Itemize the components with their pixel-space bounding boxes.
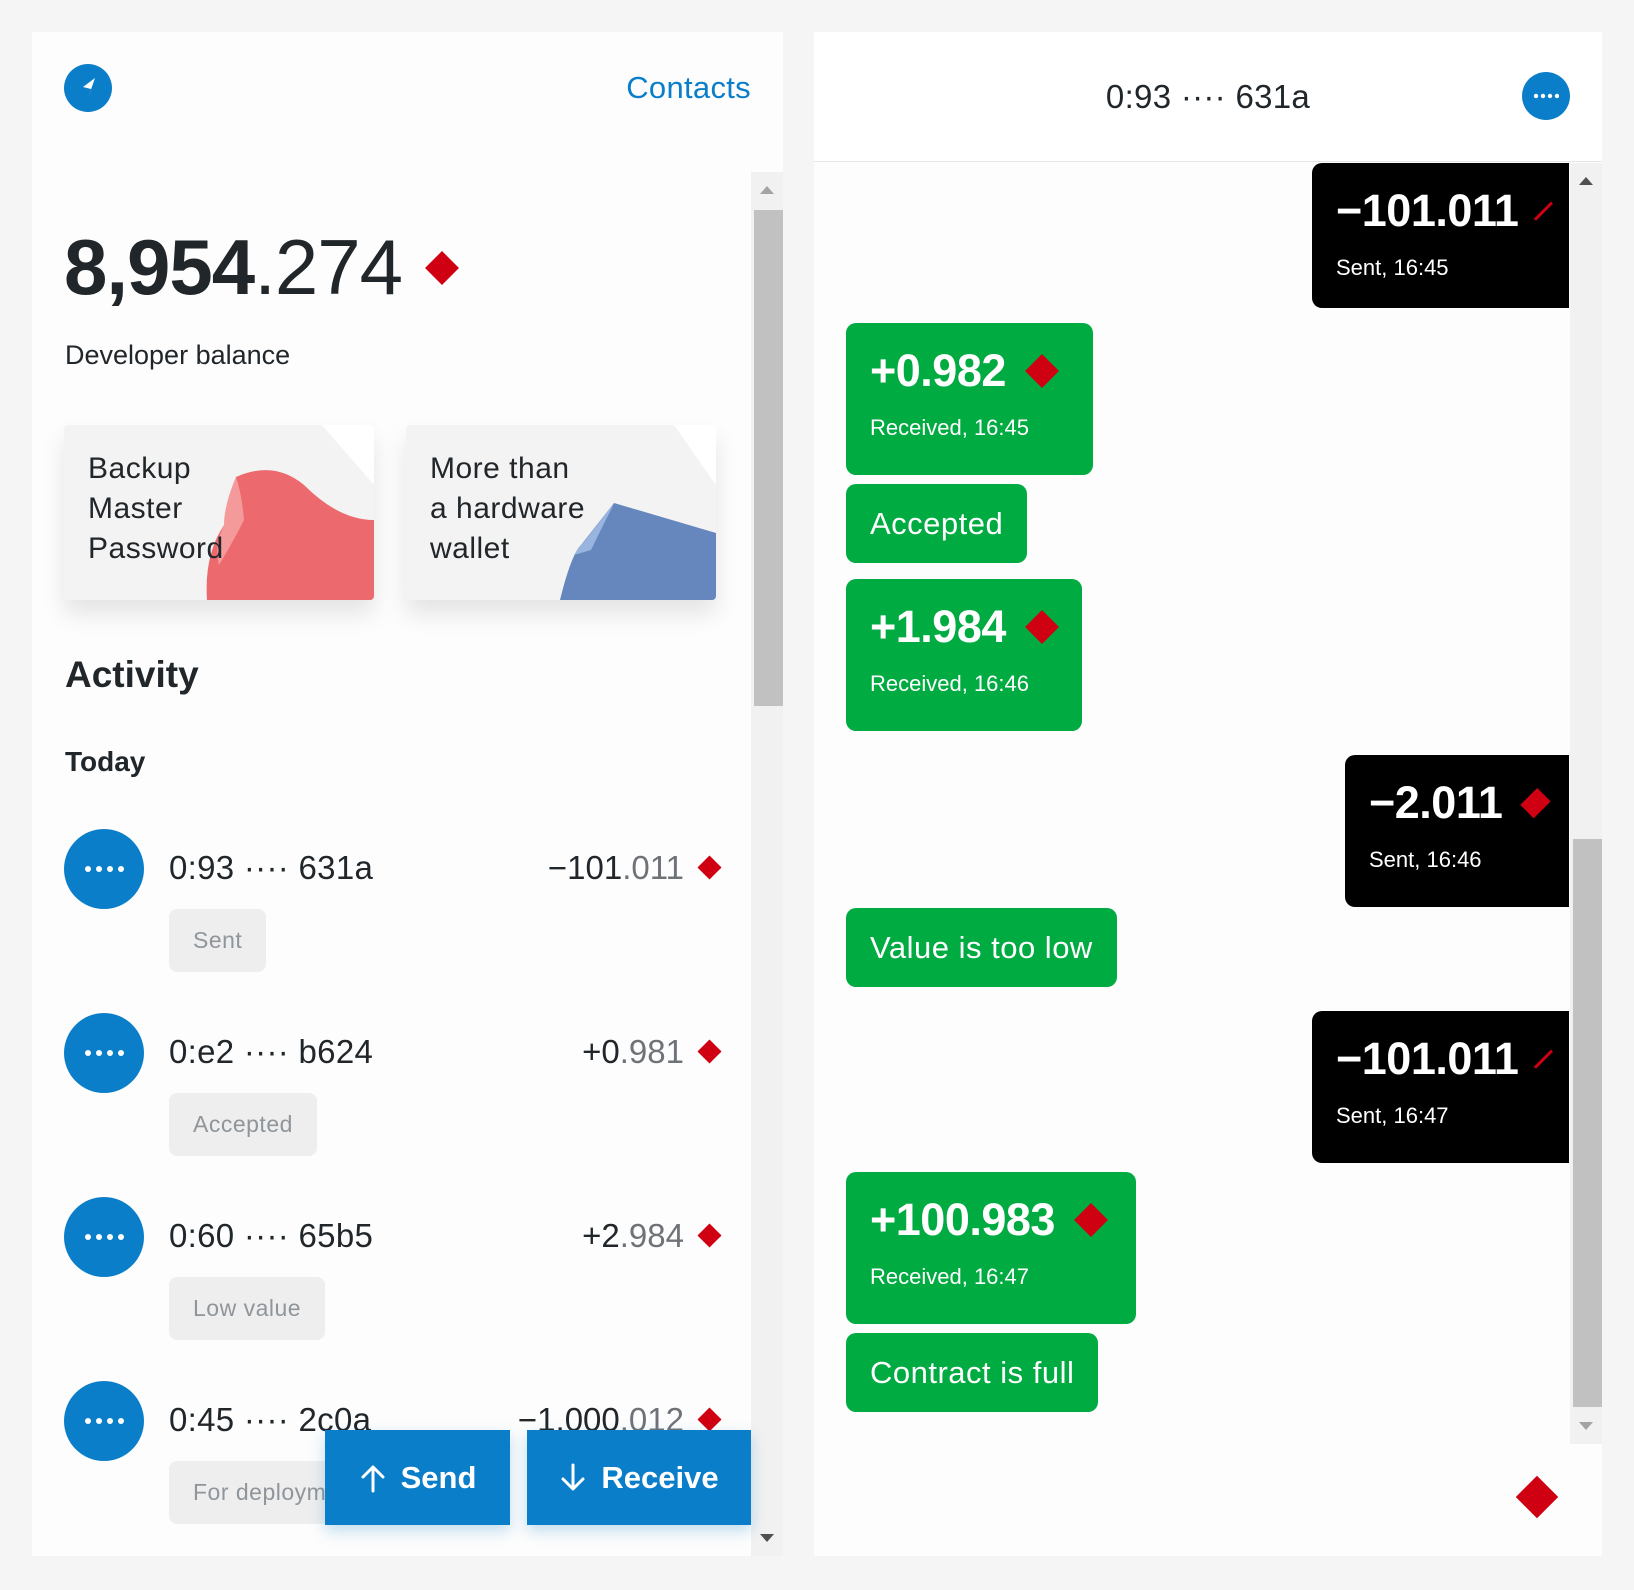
crystal-icon (697, 1407, 722, 1432)
scrollbar-thumb[interactable] (1573, 839, 1602, 1407)
status-message: Value is too low (846, 908, 1117, 987)
hardware-wallet-card[interactable]: More than a hardware wallet (406, 425, 716, 600)
transaction-address: 0:93 ···· 631a (169, 849, 374, 886)
message-meta: Received, 16:45 (870, 415, 1029, 440)
logo-arrow-icon (83, 78, 95, 98)
dots-icon (85, 866, 124, 872)
message-amount: +1.984 (870, 601, 1006, 652)
transaction-amount: +0.981 (582, 1033, 684, 1070)
sent-message[interactable]: −101.011 Sent, 16:45 (1312, 163, 1569, 308)
crystal-icon (1024, 354, 1059, 388)
dots-icon (85, 1418, 124, 1424)
crystal-icon (1534, 201, 1554, 221)
sent-message[interactable]: −101.011 Sent, 16:47 (1312, 1011, 1569, 1163)
received-message[interactable]: +100.983 Received, 16:47 (846, 1172, 1136, 1324)
transaction-row[interactable]: 0:60 ···· 65b5 +2.984 Low value (64, 1197, 724, 1347)
message-meta: Received, 16:46 (870, 671, 1029, 696)
chat-message-list[interactable]: −101.011 Sent, 16:45 +0.982 Received, 16… (814, 163, 1602, 1444)
crystal-icon (1534, 1049, 1554, 1069)
scrollbar[interactable] (1570, 163, 1602, 1444)
transaction-amount: +2.984 (582, 1217, 684, 1254)
scroll-down-arrow-icon[interactable] (760, 1534, 774, 1542)
message-amount: −2.011 (1369, 777, 1503, 828)
crystal-icon (1024, 610, 1059, 644)
received-message[interactable]: +1.984 Received, 16:46 (846, 579, 1082, 731)
card-text: Backup Master Password (88, 452, 224, 565)
crystal-icon (1515, 1475, 1559, 1519)
arrow-down-icon (561, 1463, 585, 1490)
status-badge: Sent (169, 909, 267, 972)
wallet-scroll-area[interactable]: 8,954.274 Developer balance Backup Maste… (32, 172, 783, 1556)
status-message: Accepted (846, 484, 1028, 563)
status-message: Contract is full (846, 1333, 1099, 1412)
crystal-icon (425, 250, 459, 285)
contacts-link[interactable]: Contacts (626, 70, 751, 106)
date-section-label: Today (65, 746, 146, 777)
transaction-address: 0:e2 ···· b624 (169, 1033, 374, 1070)
balance-amount: 8,954.274 (64, 222, 459, 313)
crystal-icon (1073, 1203, 1108, 1237)
dots-icon (85, 1050, 124, 1056)
contact-avatar (64, 1013, 144, 1093)
crystal-icon (1520, 787, 1551, 819)
crystal-icon (697, 1039, 722, 1064)
message-amount: −101.011 (1336, 185, 1519, 236)
activity-title: Activity (65, 654, 199, 695)
contact-avatar (64, 1381, 144, 1461)
message-meta: Sent, 16:45 (1336, 255, 1449, 280)
balance-integer: 8,954 (64, 223, 255, 311)
logo-icon[interactable] (64, 64, 112, 112)
chat-panel: 0:93 ···· 631a −101.011 Sent, 16:45 +0.9… (814, 32, 1602, 1556)
status-badge: Accepted (169, 1093, 317, 1156)
scrollbar-thumb[interactable] (754, 210, 783, 706)
wallet-panel: Contacts 8,954.274 Developer balance Bac… (32, 32, 783, 1556)
dots-icon (85, 1234, 124, 1240)
message-amount: −101.011 (1336, 1033, 1519, 1084)
transaction-row[interactable]: 0:e2 ···· b624 +0.981 Accepted (64, 1013, 724, 1163)
contact-avatar (64, 1197, 144, 1277)
transaction-row[interactable]: 0:93 ···· 631a −101.011 Sent (64, 829, 724, 979)
status-badge: Low value (169, 1277, 326, 1340)
crystal-icon (697, 1223, 722, 1248)
arrow-up-icon (361, 1465, 385, 1492)
message-amount: +100.983 (870, 1194, 1055, 1245)
transaction-address: 0:60 ···· 65b5 (169, 1217, 374, 1254)
card-text: More than a hardware wallet (430, 452, 586, 565)
transaction-amount: −101.011 (547, 849, 684, 886)
balance-label: Developer balance (65, 340, 291, 370)
dots-icon (1533, 93, 1559, 99)
message-meta: Sent, 16:47 (1336, 1103, 1449, 1128)
received-message[interactable]: +0.982 Received, 16:45 (846, 323, 1093, 475)
backup-master-password-card[interactable]: Backup Master Password (64, 425, 374, 600)
message-meta: Received, 16:47 (870, 1264, 1029, 1289)
scroll-down-arrow-icon[interactable] (1579, 1422, 1593, 1430)
more-options-button[interactable] (1522, 72, 1570, 120)
receive-button[interactable]: Receive (527, 1430, 751, 1525)
chat-title: 0:93 ···· 631a (1105, 78, 1311, 115)
balance-fraction: .274 (254, 223, 403, 311)
scrollbar[interactable] (751, 172, 783, 1556)
send-button[interactable]: Send (325, 1430, 510, 1525)
message-amount: +0.982 (870, 345, 1006, 396)
contact-avatar (64, 829, 144, 909)
crystal-icon (697, 855, 722, 880)
scroll-up-arrow-icon[interactable] (1579, 177, 1593, 185)
sent-message[interactable]: −2.011 Sent, 16:46 (1345, 755, 1569, 907)
message-meta: Sent, 16:46 (1369, 847, 1482, 872)
chat-header: 0:93 ···· 631a (814, 32, 1602, 162)
scroll-up-arrow-icon[interactable] (760, 186, 774, 194)
